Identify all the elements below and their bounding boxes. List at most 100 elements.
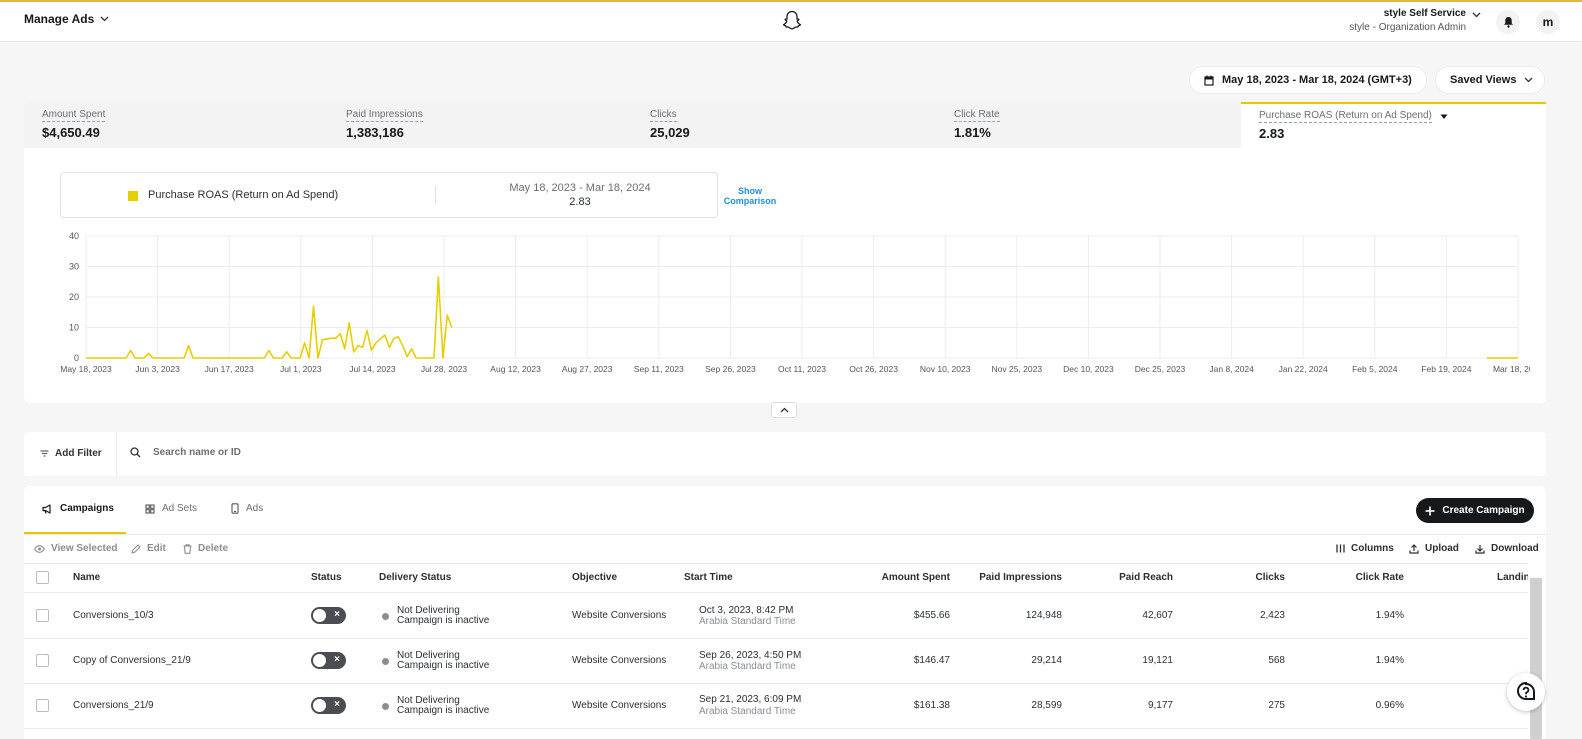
active-tab-indicator bbox=[24, 532, 126, 534]
metric-click-rate[interactable]: Click Rate 1.81% bbox=[954, 108, 1000, 140]
caret-down-icon[interactable] bbox=[1440, 114, 1448, 120]
manage-ads-menu[interactable]: Manage Ads bbox=[24, 12, 109, 26]
column-header-clicks[interactable]: Clicks bbox=[1185, 572, 1285, 583]
trash-icon bbox=[183, 543, 192, 554]
snapchat-ghost-icon[interactable] bbox=[782, 10, 802, 32]
metric-label: Clicks bbox=[650, 109, 677, 122]
metric-value: 1.81% bbox=[954, 125, 991, 140]
campaign-name[interactable]: Copy of Conversions_21/9 bbox=[73, 655, 191, 666]
metric-label: Amount Spent bbox=[42, 109, 106, 122]
metric-label: Paid Impressions bbox=[346, 109, 423, 122]
status-toggle[interactable]: × bbox=[311, 652, 346, 669]
delete-button[interactable]: Delete bbox=[183, 543, 228, 554]
column-header-click-rate[interactable]: Click Rate bbox=[1304, 572, 1404, 583]
view-selected-button[interactable]: View Selected bbox=[34, 543, 118, 554]
paid-impressions: 28,599 bbox=[1031, 700, 1062, 711]
x-tick-label: Aug 12, 2023 bbox=[490, 364, 541, 374]
notifications-button[interactable] bbox=[1496, 10, 1520, 34]
search-input[interactable] bbox=[153, 447, 453, 458]
help-button[interactable] bbox=[1507, 673, 1545, 711]
download-button[interactable]: Download bbox=[1475, 543, 1539, 554]
start-time: Sep 21, 2023, 6:09 PM bbox=[699, 694, 802, 705]
column-header-name[interactable]: Name bbox=[73, 572, 100, 583]
download-label: Download bbox=[1491, 543, 1539, 554]
avatar[interactable]: m bbox=[1536, 10, 1560, 34]
avatar-letter: m bbox=[1542, 15, 1554, 29]
y-tick-label: 20 bbox=[69, 292, 79, 302]
column-header-amount-spent[interactable]: Amount Spent bbox=[850, 572, 950, 583]
create-campaign-button[interactable]: Create Campaign bbox=[1416, 498, 1534, 523]
upload-icon bbox=[1409, 543, 1419, 554]
metric-purchase-roas[interactable]: Purchase ROAS (Return on Ad Spend) 2.83 bbox=[1241, 102, 1546, 148]
metric-amount-spent[interactable]: Amount Spent $4,650.49 bbox=[42, 108, 106, 140]
download-icon bbox=[1475, 544, 1485, 554]
saved-views-label: Saved Views bbox=[1450, 74, 1517, 86]
amount-spent: $455.66 bbox=[913, 610, 950, 621]
delivery-status-dot bbox=[382, 658, 389, 665]
column-header-objective[interactable]: Objective bbox=[572, 572, 617, 583]
metric-clicks[interactable]: Clicks 25,029 bbox=[650, 108, 690, 140]
tab-campaigns[interactable]: Campaigns bbox=[42, 503, 114, 514]
x-tick-label: Dec 25, 2023 bbox=[1135, 364, 1186, 374]
row-checkbox[interactable] bbox=[36, 654, 49, 667]
search-box[interactable] bbox=[130, 447, 453, 458]
add-filter-label: Add Filter bbox=[55, 448, 102, 459]
select-all-checkbox[interactable] bbox=[36, 571, 49, 584]
delivery-status-detail: Campaign is inactive bbox=[397, 615, 490, 626]
start-time-zone: Arabia Standard Time bbox=[699, 661, 796, 672]
status-toggle[interactable]: × bbox=[311, 697, 346, 714]
saved-views-dropdown[interactable]: Saved Views bbox=[1436, 67, 1544, 93]
columns-button[interactable]: Columns bbox=[1336, 543, 1394, 554]
status-toggle[interactable]: × bbox=[311, 607, 346, 624]
column-header-landing[interactable]: Landing bbox=[1497, 572, 1528, 583]
grid-icon bbox=[145, 503, 155, 514]
help-icon bbox=[1516, 682, 1536, 702]
tab-label: Campaigns bbox=[60, 503, 114, 514]
organization-switcher[interactable]: style Self Service style - Organization … bbox=[1349, 8, 1466, 33]
campaign-name[interactable]: Conversions_10/3 bbox=[73, 610, 154, 621]
delivery-status-detail: Campaign is inactive bbox=[397, 660, 490, 671]
x-tick-label: Jan 8, 2024 bbox=[1209, 364, 1254, 374]
row-checkbox[interactable] bbox=[36, 699, 49, 712]
columns-label: Columns bbox=[1351, 543, 1394, 554]
delivery-status-dot bbox=[382, 703, 389, 710]
metric-paid-impressions[interactable]: Paid Impressions 1,383,186 bbox=[346, 108, 423, 140]
date-range-picker[interactable]: May 18, 2023 - Mar 18, 2024 (GMT+3) bbox=[1190, 67, 1426, 93]
collapse-chart-button[interactable] bbox=[771, 402, 797, 418]
filter-icon bbox=[40, 450, 49, 457]
phone-icon bbox=[231, 503, 239, 514]
show-comparison-link[interactable]: Show Comparison bbox=[722, 186, 778, 206]
metric-value: 25,029 bbox=[650, 125, 690, 140]
column-header-status[interactable]: Status bbox=[311, 572, 342, 583]
x-tick-label: Oct 11, 2023 bbox=[778, 364, 826, 374]
metric-value: 2.83 bbox=[1259, 126, 1285, 141]
column-header-paid-impressions[interactable]: Paid Impressions bbox=[962, 572, 1062, 583]
x-tick-label: Jun 3, 2023 bbox=[135, 364, 180, 374]
column-header-delivery-status[interactable]: Delivery Status bbox=[379, 572, 451, 583]
metric-value: 1,383,186 bbox=[346, 125, 404, 140]
column-header-paid-reach[interactable]: Paid Reach bbox=[1073, 572, 1173, 583]
x-tick-label: Sep 26, 2023 bbox=[705, 364, 756, 374]
legend-value: 2.83 bbox=[569, 196, 591, 208]
delete-label: Delete bbox=[198, 543, 229, 554]
row-divider bbox=[24, 728, 1528, 729]
start-time: Sep 26, 2023, 4:50 PM bbox=[699, 650, 802, 661]
eye-icon bbox=[34, 544, 45, 553]
bell-icon bbox=[1503, 16, 1514, 28]
row-checkbox[interactable] bbox=[36, 609, 49, 622]
campaign-name[interactable]: Conversions_21/9 bbox=[73, 700, 154, 711]
table-scrollbar[interactable] bbox=[1530, 578, 1542, 739]
clicks: 568 bbox=[1268, 655, 1285, 666]
tab-ads[interactable]: Ads bbox=[231, 503, 263, 514]
edit-button[interactable]: Edit bbox=[131, 543, 166, 554]
tab-ad-sets[interactable]: Ad Sets bbox=[145, 503, 197, 514]
clicks: 275 bbox=[1268, 700, 1285, 711]
add-filter-button[interactable]: Add Filter bbox=[40, 448, 102, 459]
click-rate: 1.94% bbox=[1375, 610, 1404, 621]
chevron-down-icon[interactable] bbox=[1472, 12, 1481, 18]
paid-impressions: 124,948 bbox=[1025, 610, 1062, 621]
upload-button[interactable]: Upload bbox=[1409, 543, 1459, 554]
start-time: Oct 3, 2023, 8:42 PM bbox=[699, 605, 794, 616]
start-time-zone: Arabia Standard Time bbox=[699, 706, 796, 717]
column-header-start-time[interactable]: Start Time bbox=[684, 572, 733, 583]
